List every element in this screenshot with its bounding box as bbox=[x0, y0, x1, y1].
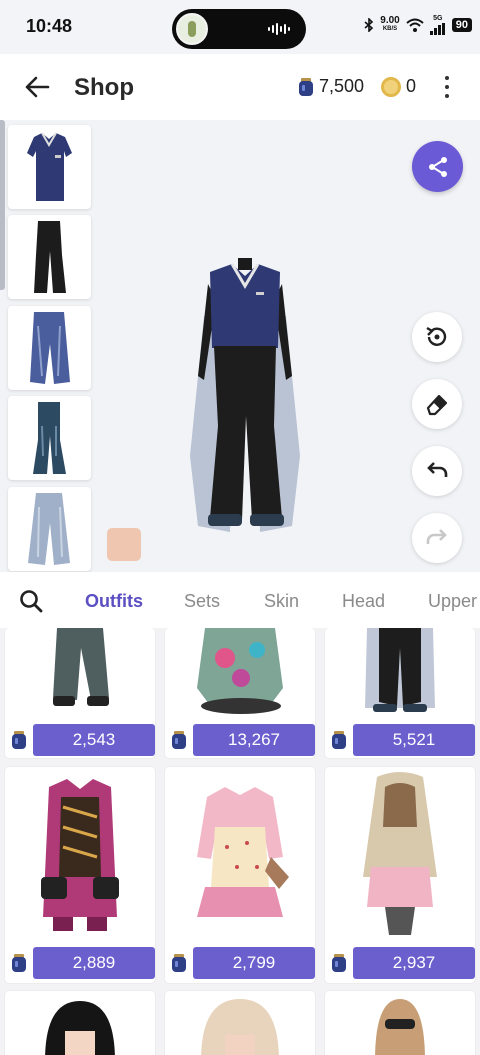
shop-item-card[interactable]: 13,267 bbox=[165, 628, 315, 758]
net-speed-value: 9.00 bbox=[380, 15, 400, 26]
gem-jar-icon bbox=[12, 731, 26, 749]
coin-count: 0 bbox=[406, 76, 417, 96]
wide-light-jeans-thumbnail bbox=[28, 493, 70, 565]
gem-balance[interactable]: 7,500 bbox=[298, 76, 364, 97]
item-image bbox=[53, 628, 109, 706]
category-tabs: Outfits Sets Skin Head Upper bbox=[0, 572, 480, 628]
flare-jeans-thumbnail bbox=[33, 402, 66, 474]
reset-rotate-icon bbox=[426, 326, 447, 346]
tab-upper[interactable]: Upper bbox=[428, 591, 477, 612]
shop-item-card[interactable]: 2,799 bbox=[165, 767, 315, 983]
app-bar: Shop 7,500 0 bbox=[0, 54, 480, 120]
shop-item-card[interactable] bbox=[325, 991, 475, 1055]
dynamic-island[interactable] bbox=[172, 9, 306, 49]
gem-jar-icon bbox=[172, 731, 186, 749]
tab-head[interactable]: Head bbox=[342, 591, 385, 612]
item-image bbox=[201, 999, 279, 1055]
share-button[interactable] bbox=[412, 141, 463, 192]
tab-sets[interactable]: Sets bbox=[184, 591, 220, 612]
status-bar: 10:48 9.00 KB/S 5G 90 bbox=[0, 0, 480, 54]
price-row[interactable]: 2,937 bbox=[325, 947, 475, 979]
back-arrow-icon[interactable] bbox=[24, 74, 50, 100]
shop-item-card[interactable]: 5,521 bbox=[325, 628, 475, 758]
tab-outfits[interactable]: Outfits bbox=[85, 591, 143, 612]
thumbnail-scrollbar[interactable] bbox=[0, 120, 5, 290]
polo-shirt-thumbnail bbox=[27, 132, 72, 201]
coin-balance[interactable]: 0 bbox=[381, 76, 416, 97]
signal-label: 5G bbox=[433, 15, 443, 22]
gem-jar-icon bbox=[172, 954, 186, 972]
price-row[interactable]: 13,267 bbox=[165, 724, 315, 756]
price-row[interactable]: 5,521 bbox=[325, 724, 475, 756]
shop-item-card[interactable] bbox=[5, 991, 155, 1055]
gem-jar-icon bbox=[12, 954, 26, 972]
thumbnail-item[interactable] bbox=[8, 396, 91, 480]
price-button[interactable]: 2,937 bbox=[353, 947, 475, 979]
status-time: 10:48 bbox=[26, 16, 73, 36]
item-grid: 2,543 13,267 5,521 2,889 2,799 2,937 bbox=[0, 628, 480, 1055]
price-button[interactable]: 2,799 bbox=[193, 947, 315, 979]
cell-signal: 5G bbox=[429, 15, 446, 35]
price-button[interactable]: 13,267 bbox=[193, 724, 315, 756]
item-image bbox=[197, 628, 283, 714]
item-image bbox=[45, 1001, 115, 1055]
skin-color-swatch[interactable] bbox=[107, 528, 141, 561]
thumbnail-item[interactable] bbox=[8, 125, 91, 209]
eraser-button[interactable] bbox=[412, 379, 462, 429]
more-options-icon[interactable] bbox=[440, 74, 454, 100]
shop-item-card[interactable]: 2,937 bbox=[325, 767, 475, 983]
price-button[interactable]: 2,543 bbox=[33, 724, 155, 756]
share-icon bbox=[428, 156, 447, 177]
gem-jar-icon bbox=[332, 731, 346, 749]
audio-wave-icon bbox=[268, 23, 290, 35]
baggy-jeans-thumbnail bbox=[30, 312, 70, 384]
item-image bbox=[41, 779, 119, 931]
item-image bbox=[375, 999, 425, 1055]
price-row[interactable]: 2,799 bbox=[165, 947, 315, 979]
avatar-model bbox=[190, 258, 300, 532]
thumbnail-item[interactable] bbox=[8, 487, 91, 571]
status-icons: 9.00 KB/S 5G 90 bbox=[364, 15, 472, 35]
coin-icon bbox=[381, 76, 401, 97]
outfit-preview bbox=[0, 120, 480, 572]
shop-item-card[interactable] bbox=[165, 991, 315, 1055]
price-button[interactable]: 2,889 bbox=[33, 947, 155, 979]
gem-jar-icon bbox=[299, 77, 313, 96]
item-image bbox=[363, 772, 437, 935]
reset-button[interactable] bbox=[412, 312, 462, 362]
price-row[interactable]: 2,543 bbox=[5, 724, 155, 756]
item-image bbox=[197, 787, 289, 917]
page-title: Shop bbox=[74, 74, 134, 101]
thumbnail-item[interactable] bbox=[8, 215, 91, 299]
media-avatar-icon bbox=[176, 13, 208, 45]
price-button[interactable]: 5,521 bbox=[353, 724, 475, 756]
item-image bbox=[365, 628, 435, 712]
redo-button[interactable] bbox=[412, 513, 462, 563]
redo-icon bbox=[426, 529, 447, 544]
search-icon[interactable] bbox=[18, 588, 44, 614]
eraser-icon bbox=[426, 394, 448, 416]
shop-item-card[interactable]: 2,543 bbox=[5, 628, 155, 758]
tab-skin[interactable]: Skin bbox=[264, 591, 299, 612]
black-flare-pants-thumbnail bbox=[34, 221, 66, 293]
net-speed: 9.00 KB/S bbox=[380, 16, 399, 34]
wifi-icon bbox=[406, 18, 424, 32]
thumbnail-item[interactable] bbox=[8, 306, 91, 390]
battery-indicator: 90 bbox=[451, 18, 472, 32]
shop-item-card[interactable]: 2,889 bbox=[5, 767, 155, 983]
undo-button[interactable] bbox=[412, 446, 462, 496]
gem-count: 7,500 bbox=[319, 76, 365, 96]
gem-jar-icon bbox=[332, 954, 346, 972]
signal-bars-icon bbox=[429, 23, 445, 35]
net-speed-unit: KB/S bbox=[382, 26, 398, 32]
price-row[interactable]: 2,889 bbox=[5, 947, 155, 979]
bluetooth-icon bbox=[364, 18, 374, 32]
undo-icon bbox=[427, 462, 448, 477]
